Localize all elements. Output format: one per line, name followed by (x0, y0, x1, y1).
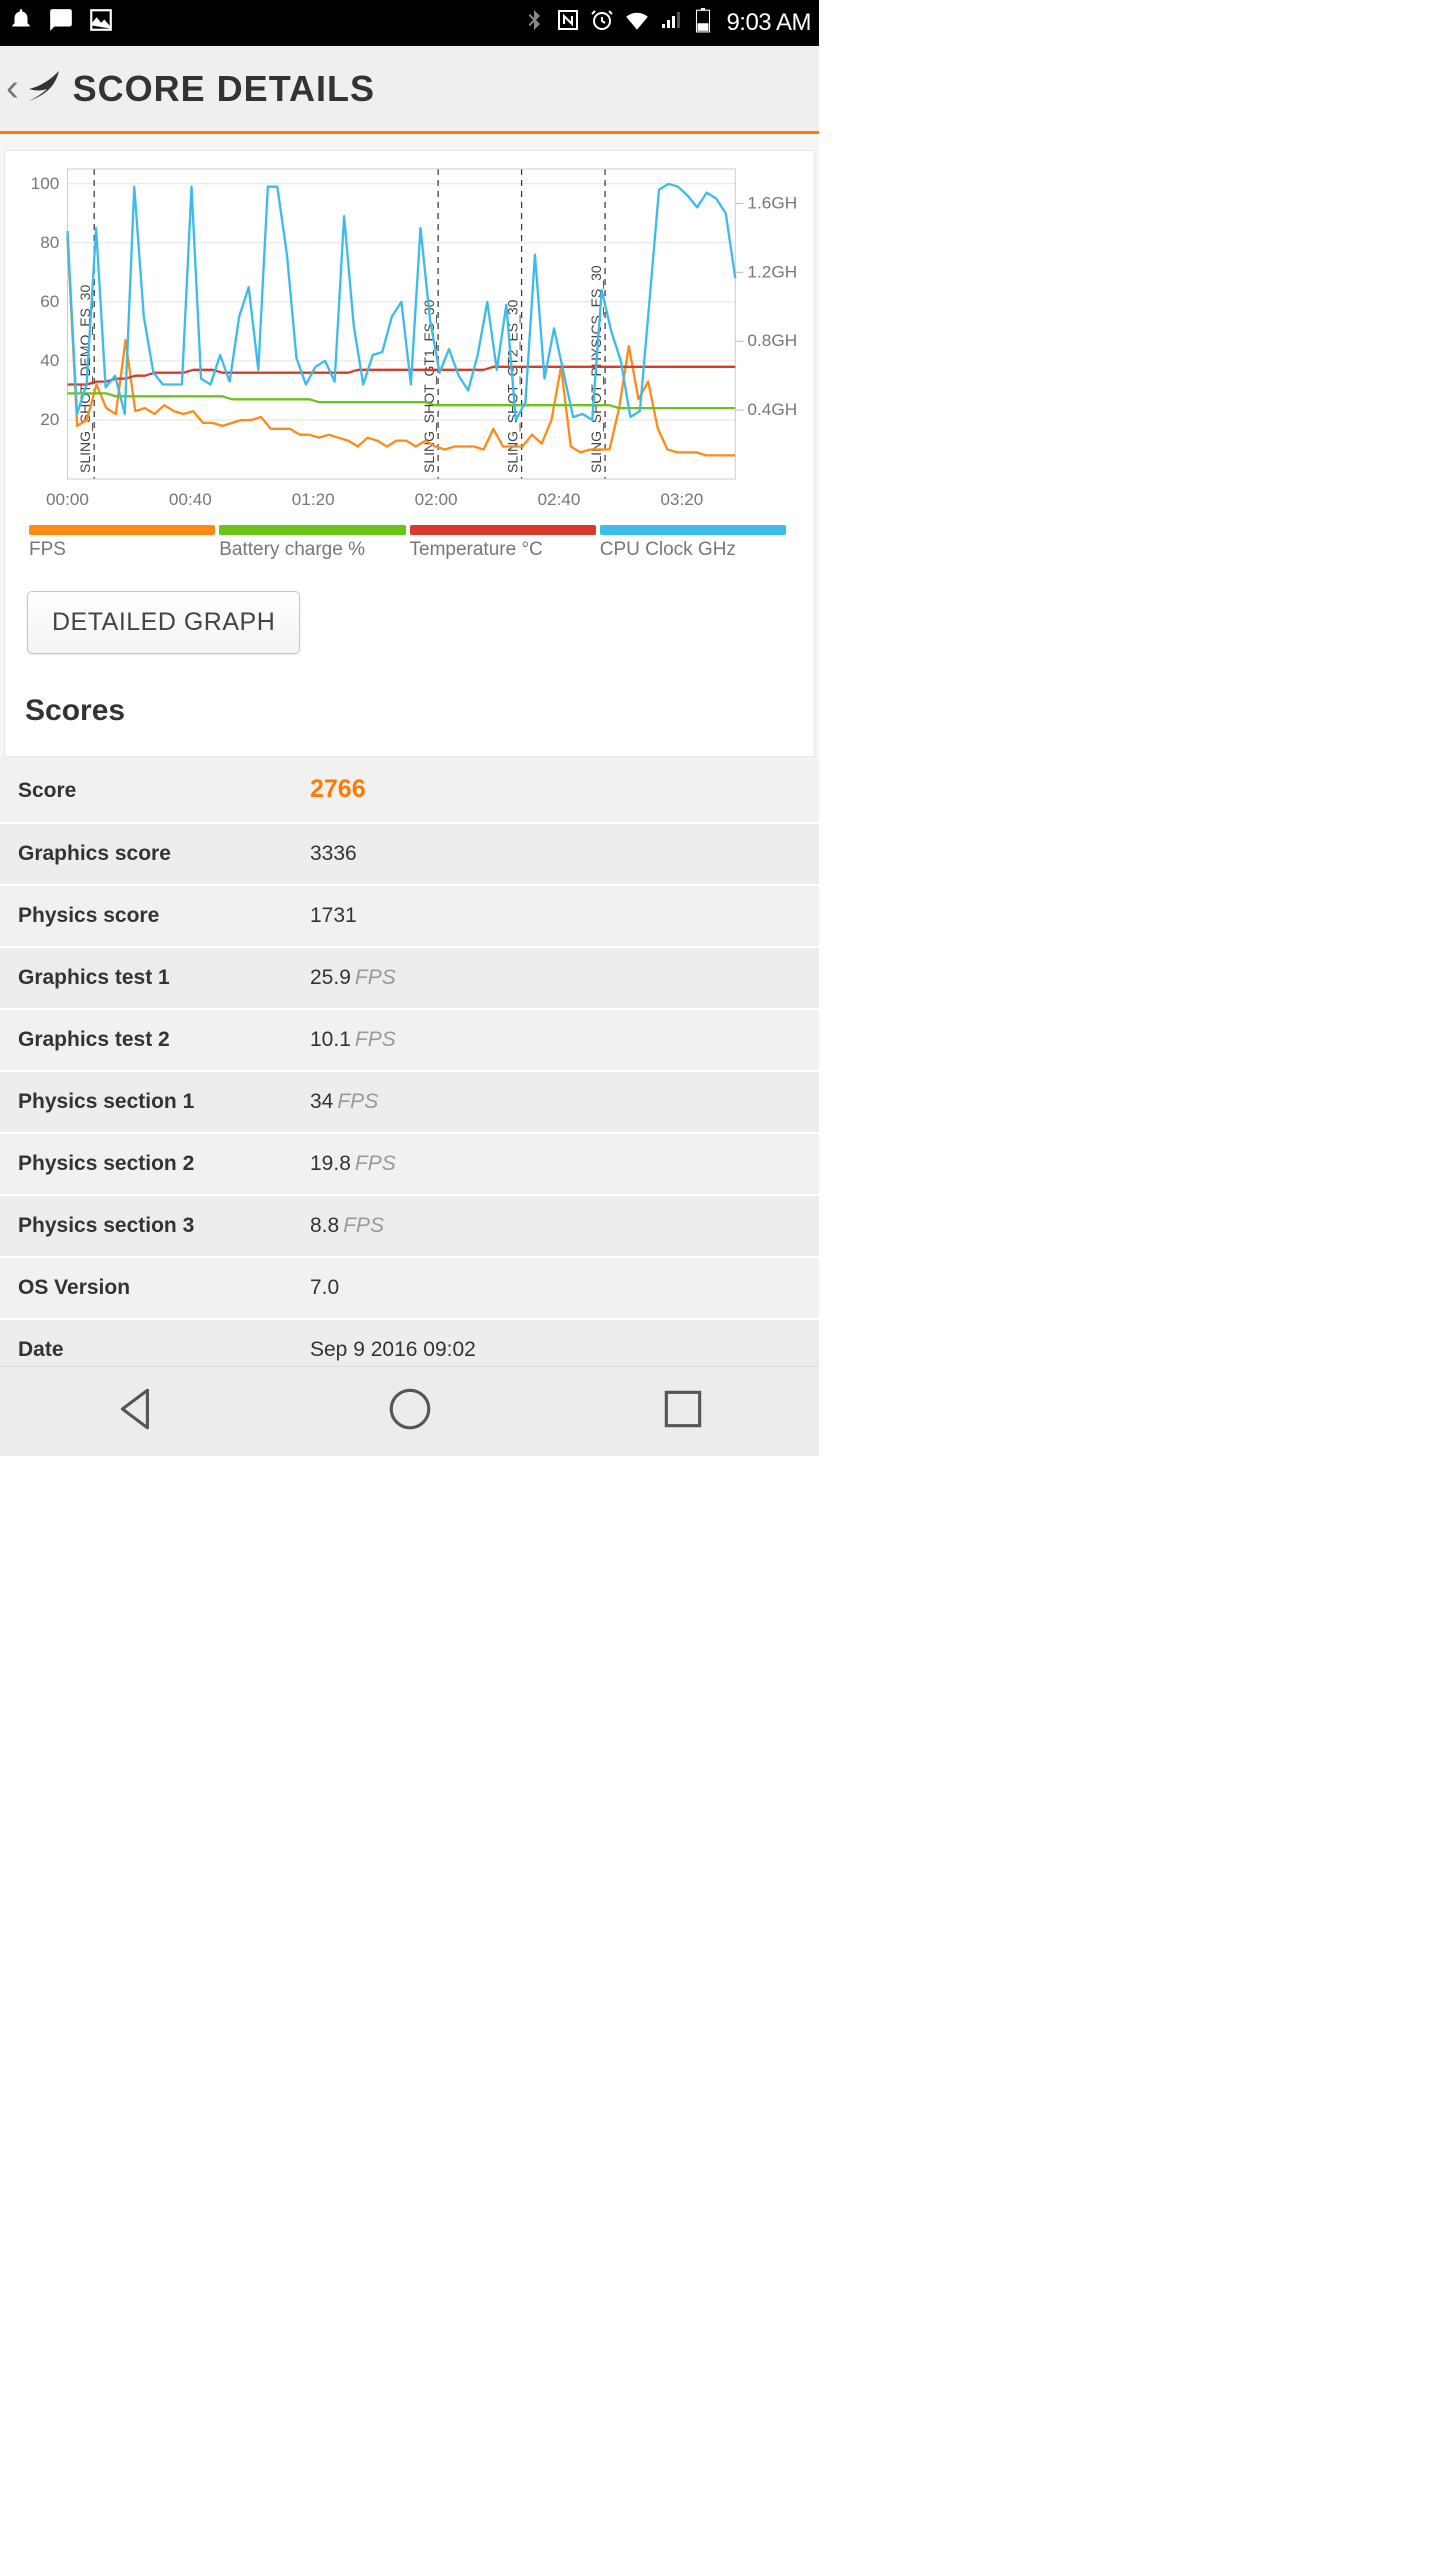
svg-text:80: 80 (40, 233, 59, 252)
battery-icon (694, 7, 712, 40)
score-value: Sep 9 2016 09:02 (310, 1338, 476, 1362)
score-row: Graphics test 125.9FPS (0, 948, 819, 1010)
svg-text:02:00: 02:00 (415, 490, 458, 509)
score-label: Date (18, 1338, 310, 1362)
score-label: OS Version (18, 1276, 310, 1300)
nfc-icon (556, 8, 580, 39)
svg-text:100: 100 (31, 174, 60, 193)
app-header: ‹ SCORE DETAILS (0, 46, 819, 134)
legend-battery: Battery charge % (219, 525, 409, 561)
svg-text:1.6GHz: 1.6GHz (747, 194, 796, 213)
back-button[interactable]: ‹ (6, 67, 19, 110)
android-navbar (0, 1366, 819, 1456)
score-label: Graphics score (18, 842, 310, 866)
score-label: Score (18, 779, 310, 803)
svg-text:02:40: 02:40 (537, 490, 580, 509)
score-value: 34FPS (310, 1090, 378, 1114)
score-label: Physics section 2 (18, 1152, 310, 1176)
score-value: 19.8FPS (310, 1152, 396, 1176)
score-row: Graphics test 210.1FPS (0, 1010, 819, 1072)
score-value: 8.8FPS (310, 1214, 384, 1238)
score-row: DateSep 9 2016 09:02 (0, 1320, 819, 1366)
svg-text:20: 20 (40, 410, 59, 429)
chart-legend: FPS Battery charge % Temperature °C CPU … (5, 519, 814, 565)
status-right-icons: 9:03 AM (522, 7, 811, 40)
score-row: Physics section 219.8FPS (0, 1134, 819, 1196)
score-label: Physics score (18, 904, 310, 928)
legend-fps: FPS (29, 525, 219, 561)
svg-text:0.4GHz: 0.4GHz (747, 400, 796, 419)
score-value: 3336 (310, 842, 357, 866)
score-value: 7.0 (310, 1276, 339, 1300)
score-row: Physics section 38.8FPS (0, 1196, 819, 1258)
detailed-graph-button[interactable]: DETAILED GRAPH (27, 591, 300, 654)
status-clock: 9:03 AM (726, 9, 811, 37)
svg-text:00:40: 00:40 (169, 490, 212, 509)
content-scroll[interactable]: 204060801000.4GHz0.8GHz1.2GHz1.6GHzSLING… (0, 134, 819, 1366)
legend-cpu-clock: CPU Clock GHz (600, 525, 790, 561)
page-title: SCORE DETAILS (73, 68, 375, 110)
legend-temperature: Temperature °C (410, 525, 600, 561)
signal-icon (660, 8, 684, 39)
alarm-icon (590, 8, 614, 39)
score-row: Physics section 134FPS (0, 1072, 819, 1134)
score-value: 1731 (310, 904, 357, 928)
score-row: Graphics score3336 (0, 824, 819, 886)
app-logo-icon (23, 68, 65, 110)
score-label: Physics section 3 (18, 1214, 310, 1238)
svg-text:00:00: 00:00 (46, 490, 89, 509)
score-value: 10.1FPS (310, 1028, 396, 1052)
chart-card: 204060801000.4GHz0.8GHz1.2GHz1.6GHzSLING… (4, 150, 815, 757)
score-label: Graphics test 2 (18, 1028, 310, 1052)
score-value: 2766 (310, 775, 366, 804)
score-row: OS Version7.0 (0, 1258, 819, 1320)
score-value: 25.9FPS (310, 966, 396, 990)
score-label: Physics section 1 (18, 1090, 310, 1114)
svg-text:03:20: 03:20 (660, 490, 703, 509)
svg-text:60: 60 (40, 292, 59, 311)
svg-text:40: 40 (40, 351, 59, 370)
nav-home-button[interactable] (385, 1384, 435, 1439)
score-row: Physics score1731 (0, 886, 819, 948)
score-row: Score2766 (0, 757, 819, 824)
svg-text:01:20: 01:20 (292, 490, 335, 509)
bluetooth-icon (522, 8, 546, 39)
svg-text:1.2GHz: 1.2GHz (747, 262, 796, 281)
svg-text:0.8GHz: 0.8GHz (747, 331, 796, 350)
score-label: Graphics test 1 (18, 966, 310, 990)
chat-icon (48, 7, 74, 40)
wifi-icon (624, 7, 650, 40)
scores-heading: Scores (25, 694, 814, 728)
status-left-icons (8, 7, 114, 40)
status-bar: 9:03 AM (0, 0, 819, 46)
scores-table: Score2766Graphics score3336Physics score… (0, 757, 819, 1366)
benchmark-chart[interactable]: 204060801000.4GHz0.8GHz1.2GHz1.6GHzSLING… (27, 159, 796, 519)
nav-back-button[interactable] (112, 1384, 162, 1439)
notification-icon (8, 7, 34, 40)
image-icon (88, 7, 114, 40)
nav-recents-button[interactable] (658, 1384, 708, 1439)
